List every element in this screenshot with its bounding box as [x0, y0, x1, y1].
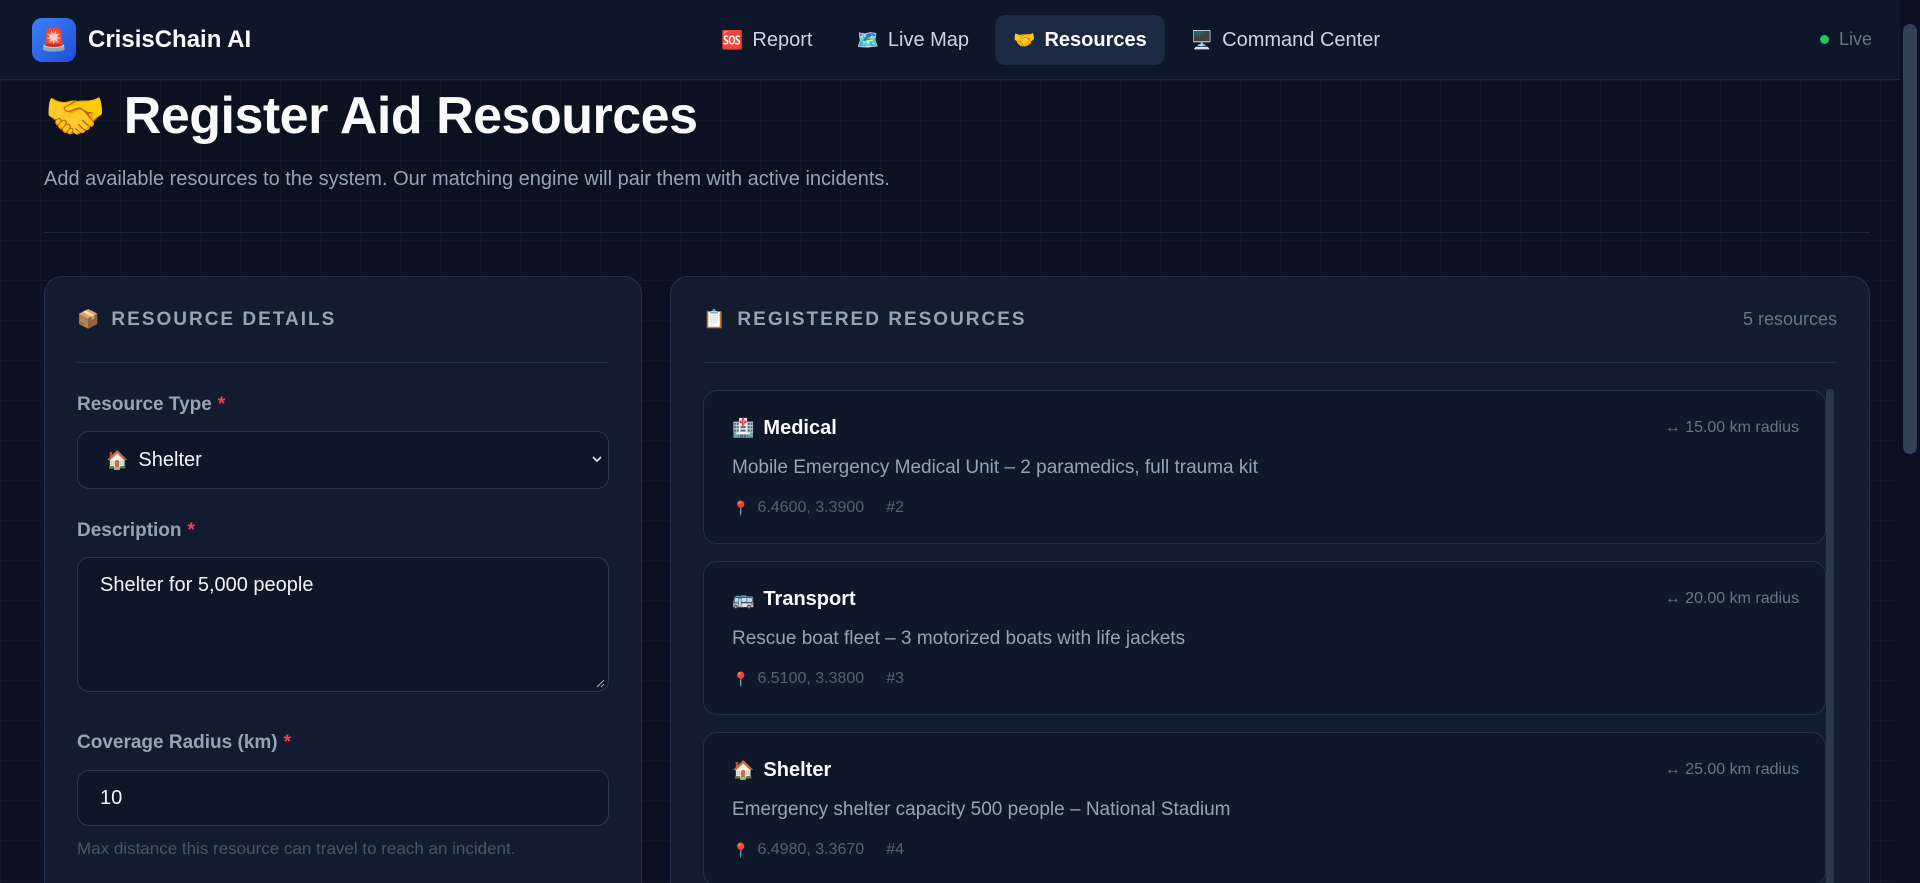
- app-name: CrisisChain AI: [88, 26, 252, 53]
- resource-id: #2: [886, 499, 904, 516]
- nav-live-map[interactable]: 🗺️ Live Map: [838, 15, 987, 65]
- required-mark: *: [217, 394, 226, 415]
- description-textarea[interactable]: Shelter for 5,000 people: [77, 557, 609, 692]
- nav-links: 🆘 Report 🗺️ Live Map 🤝 Resources 🖥️ Comm…: [703, 15, 1406, 65]
- resource-type: 🏥 Medical: [732, 417, 837, 440]
- nav-report[interactable]: 🆘 Report: [703, 15, 830, 65]
- resource-meta: 📍 6.4980, 3.3670 #4: [732, 841, 904, 859]
- clipboard-icon: 📋: [703, 309, 726, 329]
- resource-type-text: Transport: [763, 588, 856, 610]
- hospital-icon: 🏥: [732, 418, 755, 438]
- resource-details-title: RESOURCE DETAILS: [111, 308, 337, 330]
- live-status: Live: [1819, 29, 1872, 50]
- resource-coords: 6.5100, 3.3800: [757, 670, 865, 687]
- monitor-icon: 🖥️: [1190, 29, 1214, 50]
- resource-details-header: 📦 RESOURCE DETAILS: [77, 277, 609, 363]
- resource-type: 🚌 Transport: [732, 588, 856, 611]
- live-dot-icon: [1819, 35, 1829, 44]
- resource-type-value: Shelter: [138, 448, 202, 471]
- resource-card[interactable]: 🏠 Shelter ↔ 25.00 km radius Emergency sh…: [703, 732, 1826, 883]
- resource-description: Emergency shelter capacity 500 people – …: [732, 799, 1231, 820]
- resource-count: 5 resources: [1742, 309, 1837, 329]
- house-icon: 🏠: [106, 449, 129, 470]
- chevron-down-icon: [592, 456, 602, 463]
- nav-resources-label: Resources: [1044, 28, 1147, 51]
- nav-resources[interactable]: 🤝 Resources: [995, 15, 1165, 65]
- top-nav: 🚨 CrisisChain AI 🆘 Report 🗺️ Live Map 🤝 …: [0, 0, 1920, 80]
- resize-handle-icon[interactable]: [595, 678, 605, 688]
- page-subtitle: Add available resources to the system. O…: [44, 168, 890, 190]
- resource-radius: ↔ 15.00 km radius: [1664, 419, 1799, 436]
- nav-command-center-label: Command Center: [1222, 28, 1380, 51]
- header-divider: [44, 232, 1870, 233]
- resource-type-select[interactable]: 🏠 Shelter: [77, 431, 609, 489]
- resources-list-scrollbar[interactable]: [1826, 389, 1834, 883]
- resource-meta: 📍 6.4600, 3.3900 #2: [732, 499, 904, 517]
- siren-icon: 🚨: [32, 18, 76, 62]
- bus-icon: 🚌: [732, 589, 755, 609]
- resource-id: #3: [886, 670, 904, 687]
- pin-icon: 📍: [732, 499, 750, 516]
- coverage-radius-hint: Max distance this resource can travel to…: [77, 839, 516, 858]
- description-label: Description *: [77, 520, 195, 542]
- resource-description: Mobile Emergency Medical Unit – 2 parame…: [732, 457, 1258, 478]
- registered-resources-header: 📋 REGISTERED RESOURCES 5 resources: [703, 277, 1837, 363]
- resource-radius: ↔ 25.00 km radius: [1664, 761, 1799, 778]
- required-mark: *: [283, 732, 292, 753]
- resource-type-text: Medical: [763, 417, 837, 439]
- page-title: 🤝 Register Aid Resources: [44, 86, 1870, 146]
- resource-type: 🏠 Shelter: [732, 759, 831, 782]
- nav-command-center[interactable]: 🖥️ Command Center: [1173, 15, 1398, 65]
- resource-card[interactable]: 🚌 Transport ↔ 20.00 km radius Rescue boa…: [703, 561, 1826, 715]
- brand[interactable]: 🚨 CrisisChain AI: [32, 18, 251, 62]
- resource-coords: 6.4980, 3.3670: [757, 841, 865, 858]
- package-icon: 📦: [77, 309, 100, 329]
- coverage-radius-label: Coverage Radius (km) *: [77, 732, 291, 754]
- house-icon: 🏠: [732, 760, 755, 780]
- resource-card[interactable]: 🏥 Medical ↔ 15.00 km radius Mobile Emerg…: [703, 390, 1826, 544]
- resource-type-label: Resource Type *: [77, 394, 225, 416]
- map-icon: 🗺️: [856, 29, 879, 50]
- description-label-text: Description: [77, 520, 182, 541]
- page-scrollbar-thumb[interactable]: [1903, 24, 1917, 454]
- handshake-icon: 🤝: [1013, 29, 1036, 50]
- page-title-text: Register Aid Resources: [123, 87, 698, 145]
- description-value: Shelter for 5,000 people: [100, 574, 314, 596]
- coverage-radius-label-text: Coverage Radius (km): [77, 732, 278, 753]
- pin-icon: 📍: [732, 670, 750, 687]
- resource-coords: 6.4600, 3.3900: [757, 499, 865, 516]
- resource-id: #4: [886, 841, 904, 858]
- resource-type-label-text: Resource Type: [77, 394, 212, 415]
- page-scrollbar[interactable]: [1900, 0, 1920, 883]
- live-status-label: Live: [1838, 29, 1872, 49]
- resource-description: Rescue boat fleet – 3 motorized boats wi…: [732, 628, 1186, 649]
- nav-live-map-label: Live Map: [887, 28, 970, 51]
- pin-icon: 📍: [732, 841, 750, 858]
- registered-resources-title: REGISTERED RESOURCES: [737, 308, 1027, 330]
- required-mark: *: [187, 520, 195, 541]
- registered-resources-panel: 📋 REGISTERED RESOURCES 5 resources 🏥 Med…: [670, 276, 1870, 883]
- coverage-radius-input[interactable]: 10: [77, 770, 609, 826]
- sos-icon: 🆘: [721, 29, 744, 50]
- resource-details-panel: 📦 RESOURCE DETAILS Resource Type * 🏠 Shel…: [44, 276, 642, 883]
- page-header: 🤝 Register Aid Resources Add available r…: [44, 86, 1870, 191]
- resource-type-text: Shelter: [763, 759, 832, 781]
- resource-radius: ↔ 20.00 km radius: [1664, 590, 1799, 607]
- resource-meta: 📍 6.5100, 3.3800 #3: [732, 670, 904, 688]
- coverage-radius-value: 10: [100, 786, 123, 809]
- nav-report-label: Report: [752, 28, 813, 51]
- handshake-icon: 🤝: [44, 87, 106, 144]
